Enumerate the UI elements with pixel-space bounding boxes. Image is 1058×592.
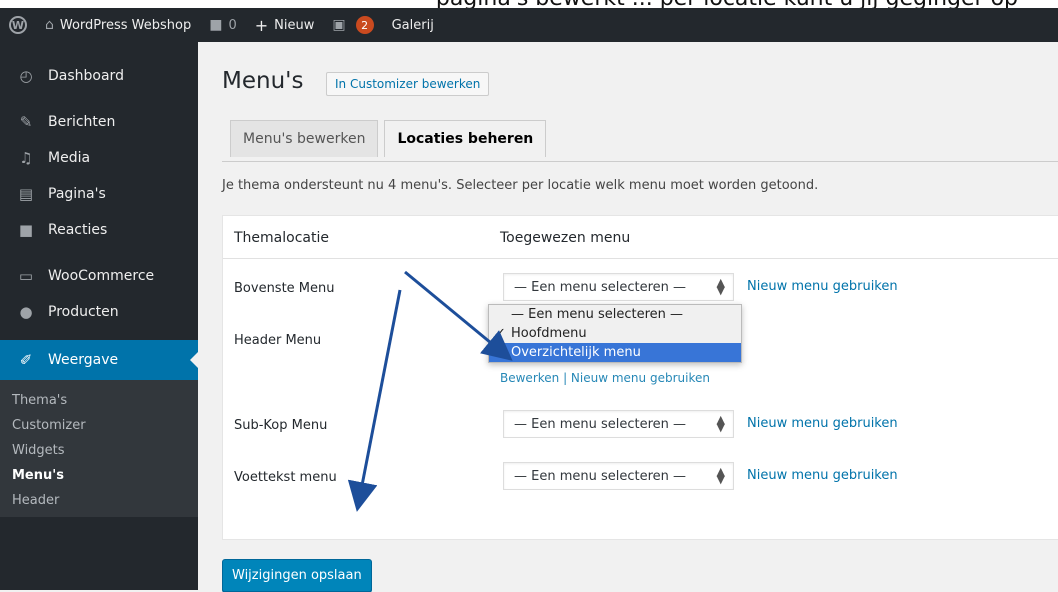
header-menu-dropdown[interactable]: — Een menu selecteren — ✓ Hoofdmenu Over… — [488, 304, 742, 363]
customizer-button[interactable]: In Customizer bewerken — [326, 72, 490, 96]
submenu-item-customizer[interactable]: Customizer — [0, 413, 198, 438]
select-arrows-icon: ▲ ▼ — [716, 413, 725, 434]
woocommerce-icon: ▭ — [18, 267, 34, 285]
checkmark-icon: ✓ — [495, 326, 506, 341]
sidebar-item-reacties[interactable]: ■ Reacties — [0, 212, 198, 248]
new-label: Nieuw — [274, 17, 315, 33]
wordpress-icon: W — [9, 16, 27, 34]
select-arrows-icon: ▲ ▼ — [716, 465, 725, 486]
dropdown-option-label: — Een menu selecteren — — [511, 307, 684, 322]
select-value: — Een menu selecteren — — [514, 468, 687, 484]
page-title: Menu's — [222, 68, 304, 94]
locations-description: Je thema ondersteunt nu 4 menu's. Select… — [222, 178, 819, 193]
dropdown-option-highlighted[interactable]: Overzichtelijk menu — [489, 343, 741, 362]
save-changes-button[interactable]: Wijzigingen opslaan — [222, 559, 372, 592]
gallery-link[interactable]: Galerij — [383, 8, 443, 42]
menu-select-subkop[interactable]: — Een menu selecteren — ▲ ▼ — [503, 410, 734, 438]
new-menu-link-voettekst[interactable]: Nieuw menu gebruiken — [747, 468, 898, 483]
submenu-item-header[interactable]: Header — [0, 488, 198, 513]
plus-icon: + — [254, 15, 269, 35]
header-menu-links[interactable]: Bewerken | Nieuw menu gebruiken — [500, 371, 710, 385]
cropped-caption: pagina's bewerkt ... per locatie kunt u … — [0, 0, 1058, 8]
comments-count: 0 — [228, 17, 237, 33]
menu-select-bovenste[interactable]: — Een menu selecteren — ▲ ▼ — [503, 273, 734, 301]
dashboard-icon: ◴ — [19, 67, 33, 85]
comments-icon: ■ — [18, 221, 34, 239]
caption-text: pagina's bewerkt ... per locatie kunt u … — [436, 0, 1018, 8]
tab-locaties-beheren[interactable]: Locaties beheren — [384, 120, 547, 157]
dropdown-option[interactable]: ✓ Hoofdmenu — [489, 324, 741, 343]
location-label-voettekst: Voettekst menu — [234, 470, 337, 485]
location-label-header: Header Menu — [234, 333, 322, 348]
brush-icon: ✐ — [19, 351, 33, 369]
sidebar-item-label: Producten — [48, 304, 119, 320]
location-label-subkop: Sub-Kop Menu — [234, 418, 328, 433]
submenu-item-widgets[interactable]: Widgets — [0, 438, 198, 463]
new-content-link[interactable]: + Nieuw — [246, 8, 324, 42]
submenu-item-menus[interactable]: Menu's — [0, 463, 198, 488]
select-arrows-icon: ▲ ▼ — [716, 276, 725, 297]
submenu-item-themas[interactable]: Thema's — [0, 388, 198, 413]
comments-link[interactable]: ■ 0 — [200, 8, 246, 42]
sidebar-item-label: Weergave — [48, 352, 119, 368]
location-label-bovenste: Bovenste Menu — [234, 281, 335, 296]
sidebar-item-woocommerce[interactable]: ▭ WooCommerce — [0, 258, 198, 294]
sidebar-item-dashboard[interactable]: ◴ Dashboard — [0, 58, 198, 94]
sidebar-item-media[interactable]: ♫ Media — [0, 140, 198, 176]
pages-icon: ▤ — [18, 185, 34, 203]
site-name-link[interactable]: ⌂ WordPress Webshop — [36, 8, 200, 42]
gallery-label: Galerij — [391, 17, 434, 33]
dropdown-option-label: Hoofdmenu — [511, 326, 587, 341]
dropdown-option[interactable]: — Een menu selecteren — — [489, 305, 741, 324]
column-header-menu: Toegewezen menu — [500, 230, 631, 246]
select-value: — Een menu selecteren — — [514, 279, 687, 295]
pin-icon: ✎ — [19, 113, 33, 131]
home-icon: ⌂ — [45, 17, 54, 33]
table-header: Themalocatie Toegewezen menu — [223, 216, 1058, 259]
menu-locations-table: Themalocatie Toegewezen menu Bovenste Me… — [222, 215, 1058, 540]
sidebar-item-paginas[interactable]: ▤ Pagina's — [0, 176, 198, 212]
comment-icon: ■ — [209, 17, 223, 33]
weergave-submenu: Thema's Customizer Widgets Menu's Header — [0, 380, 198, 517]
new-menu-link-subkop[interactable]: Nieuw menu gebruiken — [747, 416, 898, 431]
tabs-divider — [222, 161, 1058, 162]
media-icon: ♫ — [19, 149, 33, 167]
site-name-label: WordPress Webshop — [59, 17, 192, 33]
sidebar-item-producten[interactable]: ● Producten — [0, 294, 198, 330]
dropdown-option-label: Overzichtelijk menu — [511, 345, 641, 360]
sidebar-item-berichten[interactable]: ✎ Berichten — [0, 104, 198, 140]
updates-badge: 2 — [355, 16, 374, 34]
updates-icon: ▣ — [332, 17, 346, 33]
sidebar-item-label: Pagina's — [48, 186, 106, 202]
new-menu-link-bovenste[interactable]: Nieuw menu gebruiken — [747, 279, 898, 294]
admin-sidebar: ◴ Dashboard ✎ Berichten ♫ Media ▤ Pagina… — [0, 42, 198, 590]
select-value: — Een menu selecteren — — [514, 416, 687, 432]
admin-bar: W ⌂ WordPress Webshop ■ 0 + Nieuw ▣ 2 Ga… — [0, 8, 1058, 42]
tab-menus-bewerken[interactable]: Menu's bewerken — [230, 120, 379, 157]
updates-link[interactable]: ▣ 2 — [323, 8, 382, 42]
sidebar-item-label: Berichten — [48, 114, 116, 130]
column-header-location: Themalocatie — [234, 230, 329, 246]
sidebar-item-label: Dashboard — [48, 68, 124, 84]
wp-logo-button[interactable]: W — [0, 8, 36, 42]
sidebar-item-label: Media — [48, 150, 91, 166]
nav-tabs: Menu's bewerken Locaties beheren — [230, 120, 552, 157]
sidebar-item-label: Reacties — [48, 222, 108, 238]
products-icon: ● — [19, 303, 33, 321]
menu-select-voettekst[interactable]: — Een menu selecteren — ▲ ▼ — [503, 462, 734, 490]
sidebar-item-label: WooCommerce — [48, 268, 155, 284]
sidebar-item-weergave[interactable]: ✐ Weergave — [0, 340, 198, 380]
